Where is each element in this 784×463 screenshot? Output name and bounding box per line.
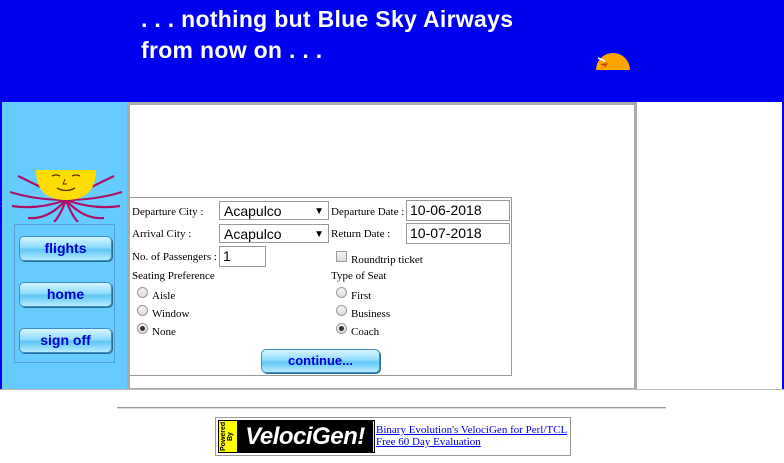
- sun-logo-icon: [9, 170, 123, 222]
- class-first-radio[interactable]: [336, 287, 347, 298]
- sign-off-button[interactable]: sign off: [19, 328, 112, 353]
- velocigen-banner: Powered By VelociGen! Binary Evolution's…: [215, 417, 571, 456]
- class-business-label: Business: [351, 308, 391, 320]
- class-first-label: First: [351, 290, 372, 302]
- seat-none-label: None: [152, 326, 176, 338]
- sidebar: flights home sign off: [2, 102, 127, 390]
- powered-by-label: Powered By: [220, 421, 236, 451]
- banner-slogan: . . . nothing but Blue Sky Airways from …: [141, 4, 513, 66]
- seat-window-label: Window: [152, 308, 190, 320]
- class-business-radio[interactable]: [336, 305, 347, 316]
- continue-button[interactable]: continue...: [261, 349, 380, 373]
- seat-aisle-label: Aisle: [152, 290, 176, 302]
- velocigen-links: Binary Evolution's VelociGen for Perl/TC…: [376, 424, 567, 448]
- velocigen-logo-text: VelociGen!: [237, 421, 373, 452]
- class-coach-radio[interactable]: [336, 323, 347, 334]
- flights-button[interactable]: flights: [19, 236, 112, 261]
- velocigen-logo[interactable]: Powered By VelociGen!: [218, 420, 375, 453]
- page-divider: [0, 389, 784, 390]
- departure-city-value: Acapulco: [224, 203, 282, 219]
- roundtrip-label: Roundtrip ticket: [351, 254, 423, 266]
- header-banner: . . . nothing but Blue Sky Airways from …: [2, 0, 782, 102]
- departure-city-select[interactable]: Acapulco ▼: [219, 201, 329, 220]
- return-date-input[interactable]: 10-07-2018: [406, 223, 510, 244]
- nav-menu: flights home sign off: [14, 224, 115, 363]
- seat-none-radio[interactable]: [137, 323, 148, 334]
- dropdown-arrow-icon: ▼: [314, 229, 324, 240]
- seat-type-label: Type of Seat: [331, 270, 387, 282]
- home-button[interactable]: home: [19, 282, 112, 307]
- departure-date-input[interactable]: 10-06-2018: [406, 200, 510, 221]
- velocigen-trial-link[interactable]: Free 60 Day Evaluation: [376, 436, 567, 448]
- banner-line-1: . . . nothing but Blue Sky Airways: [141, 6, 514, 32]
- velocigen-product-link[interactable]: Binary Evolution's VelociGen for Perl/TC…: [376, 424, 567, 436]
- roundtrip-checkbox[interactable]: [336, 251, 347, 262]
- right-panel: [637, 102, 782, 390]
- dropdown-arrow-icon: ▼: [314, 206, 324, 217]
- class-coach-label: Coach: [351, 326, 380, 338]
- arrival-city-value: Acapulco: [224, 226, 282, 242]
- seating-preference-label: Seating Preference: [132, 270, 215, 282]
- seat-window-radio[interactable]: [137, 305, 148, 316]
- horizontal-rule: [117, 407, 666, 409]
- return-date-label: Return Date :: [331, 228, 391, 240]
- arrival-city-label: Arrival City :: [132, 228, 192, 240]
- sun-peek-icon: [596, 53, 630, 70]
- departure-date-label: Departure Date :: [331, 206, 405, 218]
- passengers-input[interactable]: 1: [219, 246, 266, 267]
- flight-finder-form: Departure City : Acapulco ▼ Departure Dat…: [130, 197, 512, 376]
- banner-line-2: from now on . . .: [141, 37, 323, 63]
- seat-aisle-radio[interactable]: [137, 287, 148, 298]
- passengers-label: No. of Passengers :: [132, 251, 217, 263]
- arrival-city-select[interactable]: Acapulco ▼: [219, 224, 329, 243]
- departure-city-label: Departure City :: [132, 206, 204, 218]
